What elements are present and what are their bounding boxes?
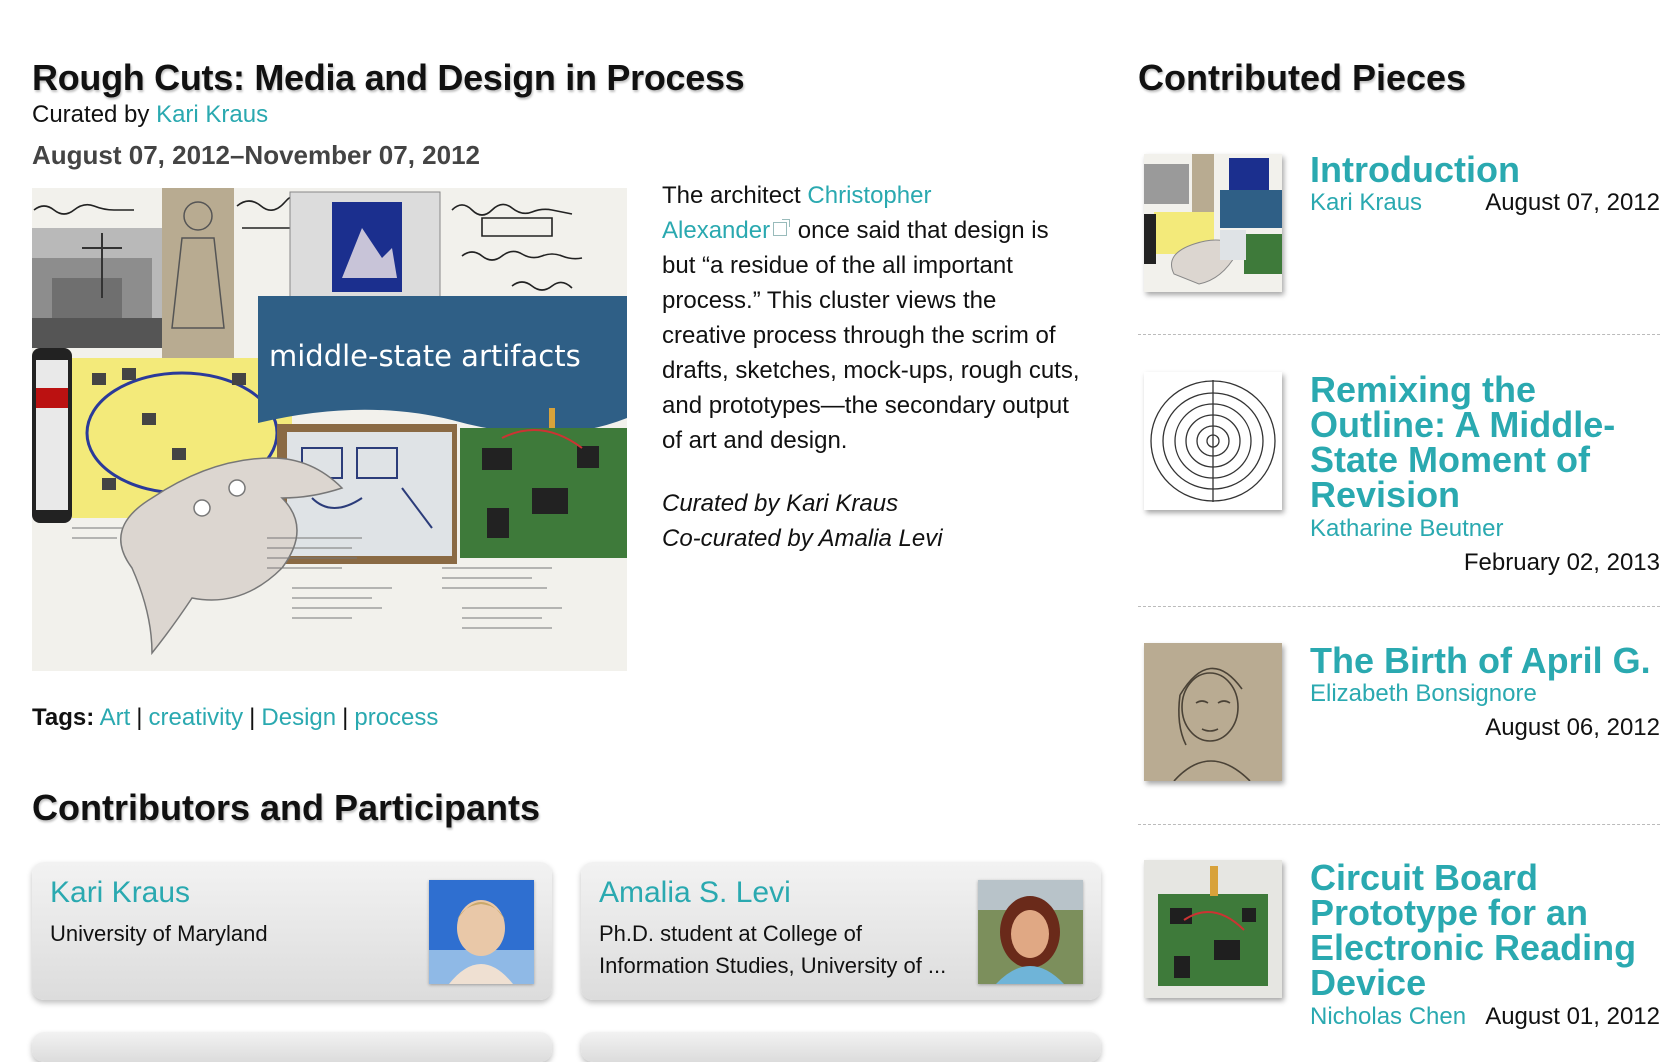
curated-by-label: Curated by bbox=[32, 101, 157, 128]
contributor-affiliation: University of Maryland bbox=[50, 921, 268, 946]
thumbnail-collage-graphic bbox=[1144, 154, 1282, 292]
curator-link[interactable]: Kari Kraus bbox=[156, 101, 268, 128]
piece-divider bbox=[1138, 824, 1660, 825]
piece-author-link[interactable]: Elizabeth Bonsignore bbox=[1310, 679, 1537, 709]
contributor-name[interactable]: Amalia S. Levi bbox=[599, 876, 791, 910]
contributor-card-amalia-levi[interactable]: Amalia S. Levi Ph.D. student at College … bbox=[581, 862, 1101, 1000]
tag-separator: | bbox=[342, 704, 349, 731]
tag-art[interactable]: Art bbox=[100, 704, 131, 731]
tag-process[interactable]: process bbox=[354, 704, 438, 731]
contributor-affiliation: Ph.D. student at College of Information … bbox=[599, 921, 947, 978]
piece-title-link[interactable]: The Birth of April G. bbox=[1310, 643, 1660, 679]
tags-row: Tags: Art | creativity | Design | process bbox=[32, 700, 438, 736]
tag-creativity[interactable]: creativity bbox=[148, 704, 243, 731]
avatar-photo-graphic bbox=[978, 880, 1083, 984]
description-intro: The architect bbox=[662, 182, 808, 209]
piece-birth-of-april-g[interactable]: The Birth of April G. Elizabeth Bonsigno… bbox=[1138, 643, 1660, 793]
piece-date: February 02, 2013 bbox=[1463, 549, 1660, 576]
piece-divider bbox=[1138, 606, 1660, 607]
contributed-pieces-heading: Contributed Pieces bbox=[1138, 57, 1467, 98]
description-paragraph: The architect Christopher Alexander once … bbox=[662, 178, 1082, 458]
piece-date: August 01, 2012 bbox=[1485, 1003, 1660, 1030]
exhibit-feature-image[interactable]: middle-state artifacts bbox=[32, 188, 627, 671]
contributor-card-partial[interactable] bbox=[581, 1032, 1101, 1062]
exhibit-date-range: August 07, 2012–November 07, 2012 bbox=[32, 140, 481, 170]
contributor-card-partial[interactable] bbox=[32, 1032, 552, 1062]
piece-title-link[interactable]: Remixing the Outline: A Middle-State Mom… bbox=[1310, 372, 1660, 513]
tag-separator: | bbox=[249, 704, 256, 731]
exhibit-description: The architect Christopher Alexander once … bbox=[662, 178, 1082, 584]
avatar-photo-graphic bbox=[429, 880, 534, 984]
collage-graphic: middle-state artifacts bbox=[32, 188, 627, 671]
piece-circuit-board-prototype[interactable]: Circuit Board Prototype for an Electroni… bbox=[1138, 860, 1660, 1050]
tags-label: Tags: bbox=[32, 704, 95, 731]
piece-author-link[interactable]: Nicholas Chen bbox=[1310, 1002, 1466, 1032]
piece-thumbnail[interactable] bbox=[1144, 860, 1282, 998]
piece-divider bbox=[1138, 334, 1660, 335]
piece-thumbnail[interactable] bbox=[1144, 154, 1282, 292]
piece-title-link[interactable]: Introduction bbox=[1310, 152, 1660, 188]
description-body: once said that design is but “a residue … bbox=[662, 217, 1080, 454]
contributor-avatar[interactable] bbox=[978, 880, 1083, 984]
curated-by-line: Curated by Kari Kraus bbox=[32, 100, 268, 130]
piece-title-link[interactable]: Circuit Board Prototype for an Electroni… bbox=[1310, 860, 1660, 1001]
link-text-second: Alexander bbox=[662, 217, 771, 244]
page-title: Rough Cuts: Media and Design in Process bbox=[32, 57, 745, 98]
piece-remixing-the-outline[interactable]: Remixing the Outline: A Middle-State Mom… bbox=[1138, 372, 1660, 582]
contributor-avatar[interactable] bbox=[429, 880, 534, 984]
link-text-first: Christopher bbox=[807, 182, 932, 209]
contributors-heading: Contributors and Participants bbox=[32, 787, 541, 828]
tag-design[interactable]: Design bbox=[261, 704, 336, 731]
piece-thumbnail[interactable] bbox=[1144, 372, 1282, 510]
thumbnail-spiral-graphic bbox=[1144, 372, 1282, 510]
curation-credits: Curated by Kari Kraus Co-curated by Amal… bbox=[662, 486, 1082, 556]
external-link-icon bbox=[773, 219, 791, 236]
tag-separator: | bbox=[136, 704, 143, 731]
contributor-name[interactable]: Kari Kraus bbox=[50, 876, 190, 910]
thumbnail-sketch-graphic bbox=[1144, 643, 1282, 781]
piece-author-link[interactable]: Kari Kraus bbox=[1310, 188, 1422, 218]
piece-introduction[interactable]: Introduction Kari Kraus August 07, 2012 bbox=[1138, 152, 1660, 302]
piece-date: August 07, 2012 bbox=[1485, 189, 1660, 216]
banner-text: middle-state artifacts bbox=[269, 339, 581, 373]
piece-author-link[interactable]: Katharine Beutner bbox=[1310, 514, 1503, 544]
thumbnail-circuit-graphic bbox=[1144, 860, 1282, 998]
piece-thumbnail[interactable] bbox=[1144, 643, 1282, 781]
piece-date: August 06, 2012 bbox=[1485, 714, 1660, 741]
curated-by-credit: Curated by Kari Kraus bbox=[662, 490, 899, 517]
contributor-card-kari-kraus[interactable]: Kari Kraus University of Maryland bbox=[32, 862, 552, 1000]
cocurated-by-credit: Co-curated by Amalia Levi bbox=[662, 525, 943, 552]
